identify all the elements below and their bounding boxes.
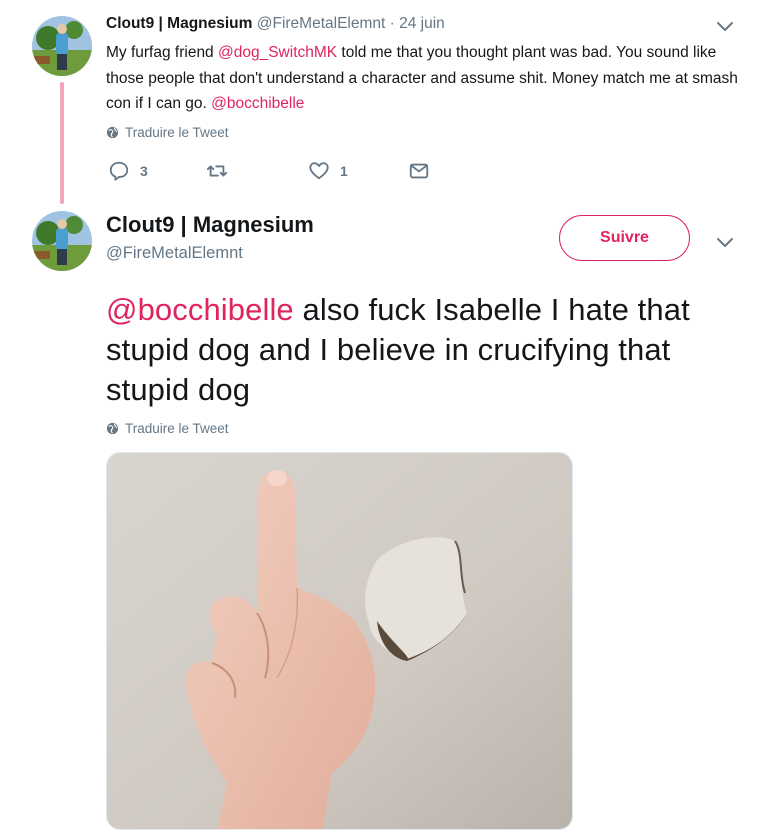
tweet-header: Clout9 | Magnesium @FireMetalElemnt · 24… xyxy=(106,15,445,33)
globe-icon xyxy=(106,422,119,435)
translate-tweet-link[interactable]: Traduire le Tweet xyxy=(106,421,229,436)
display-name[interactable]: Clout9 | Magnesium xyxy=(106,212,314,238)
tweet-text-segment: My furfag friend xyxy=(106,44,218,61)
mention-link[interactable]: @dog_SwitchMK xyxy=(218,44,337,61)
mention-link[interactable]: @bocchibelle xyxy=(211,95,304,112)
chevron-down-icon xyxy=(717,238,733,247)
photo-hand-wall-hole xyxy=(107,453,572,829)
display-name[interactable]: Clout9 | Magnesium xyxy=(106,15,252,32)
retweet-button[interactable] xyxy=(206,160,238,182)
handle[interactable]: @FireMetalElemnt xyxy=(257,15,386,32)
like-count: 1 xyxy=(340,163,348,179)
reply-button[interactable]: 3 xyxy=(108,160,148,182)
tweet-media-photo[interactable] xyxy=(106,452,573,830)
reply-icon xyxy=(109,161,129,181)
tweet-text: My furfag friend @dog_SwitchMK told me t… xyxy=(106,40,746,117)
tweet-options-caret[interactable] xyxy=(716,236,734,254)
separator: · xyxy=(389,15,395,32)
reply-count: 3 xyxy=(140,163,148,179)
follow-button[interactable]: Suivre xyxy=(559,215,690,261)
handle[interactable]: @FireMetalElemnt xyxy=(106,244,243,263)
mention-link[interactable]: @bocchibelle xyxy=(106,292,294,327)
avatar[interactable] xyxy=(32,16,92,76)
heart-icon xyxy=(309,162,329,180)
retweet-icon xyxy=(206,165,228,177)
direct-message-button[interactable] xyxy=(408,160,430,182)
globe-icon xyxy=(106,126,119,139)
tweet-date[interactable]: 24 juin xyxy=(399,15,445,32)
translate-label: Traduire le Tweet xyxy=(125,125,229,140)
thread-connector-line xyxy=(60,82,64,204)
chevron-down-icon xyxy=(717,22,733,31)
like-button[interactable]: 1 xyxy=(308,160,348,182)
tweet-text: @bocchibelle also fuck Isabelle I hate t… xyxy=(106,290,726,410)
avatar[interactable] xyxy=(32,211,92,271)
tweet-options-caret[interactable] xyxy=(716,20,734,38)
translate-tweet-link[interactable]: Traduire le Tweet xyxy=(106,125,229,140)
translate-label: Traduire le Tweet xyxy=(125,421,229,436)
envelope-icon xyxy=(409,163,429,179)
